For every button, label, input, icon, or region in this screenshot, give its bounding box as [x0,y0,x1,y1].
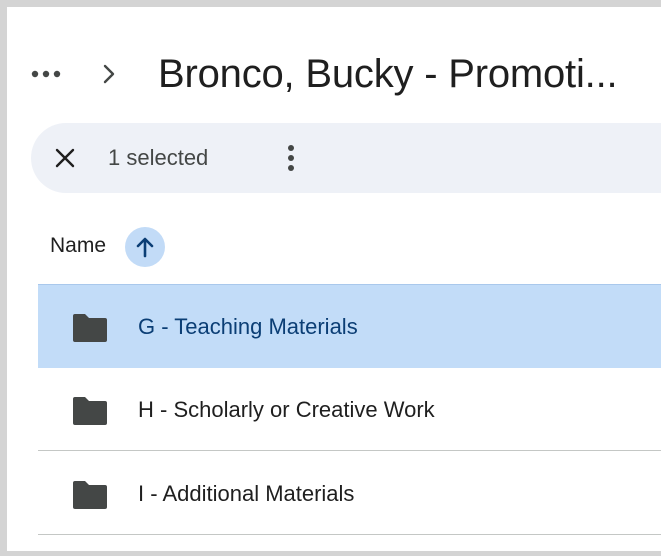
close-icon[interactable] [47,140,83,176]
column-header: Name [7,213,661,273]
file-name: G - Teaching Materials [138,314,358,339]
more-vert-icon[interactable] [273,140,309,176]
breadcrumb: Bronco, Bucky - Promoti... [7,39,661,109]
folder-icon [73,314,107,342]
selection-toolbar: 1 selected [31,123,661,193]
file-row[interactable]: H - Scholarly or Creative Work [38,368,661,451]
row-divider [38,450,661,451]
selection-count: 1 selected [108,145,209,170]
current-folder-title[interactable]: Bronco, Bucky - Promoti... [158,48,618,100]
folder-icon [73,397,107,425]
file-browser-window: Bronco, Bucky - Promoti... 1 selected Na… [7,7,661,551]
chevron-right-icon [99,59,119,89]
name-column-header[interactable]: Name [50,233,106,259]
file-row-selected[interactable]: G - Teaching Materials [38,284,661,368]
folder-icon [73,481,107,509]
more-horiz-icon[interactable] [29,57,63,91]
row-divider [38,534,661,535]
arrow-upward-icon[interactable] [125,227,165,267]
file-row[interactable]: I - Additional Materials [38,452,661,535]
file-name: I - Additional Materials [138,481,355,506]
file-name: H - Scholarly or Creative Work [138,397,435,422]
